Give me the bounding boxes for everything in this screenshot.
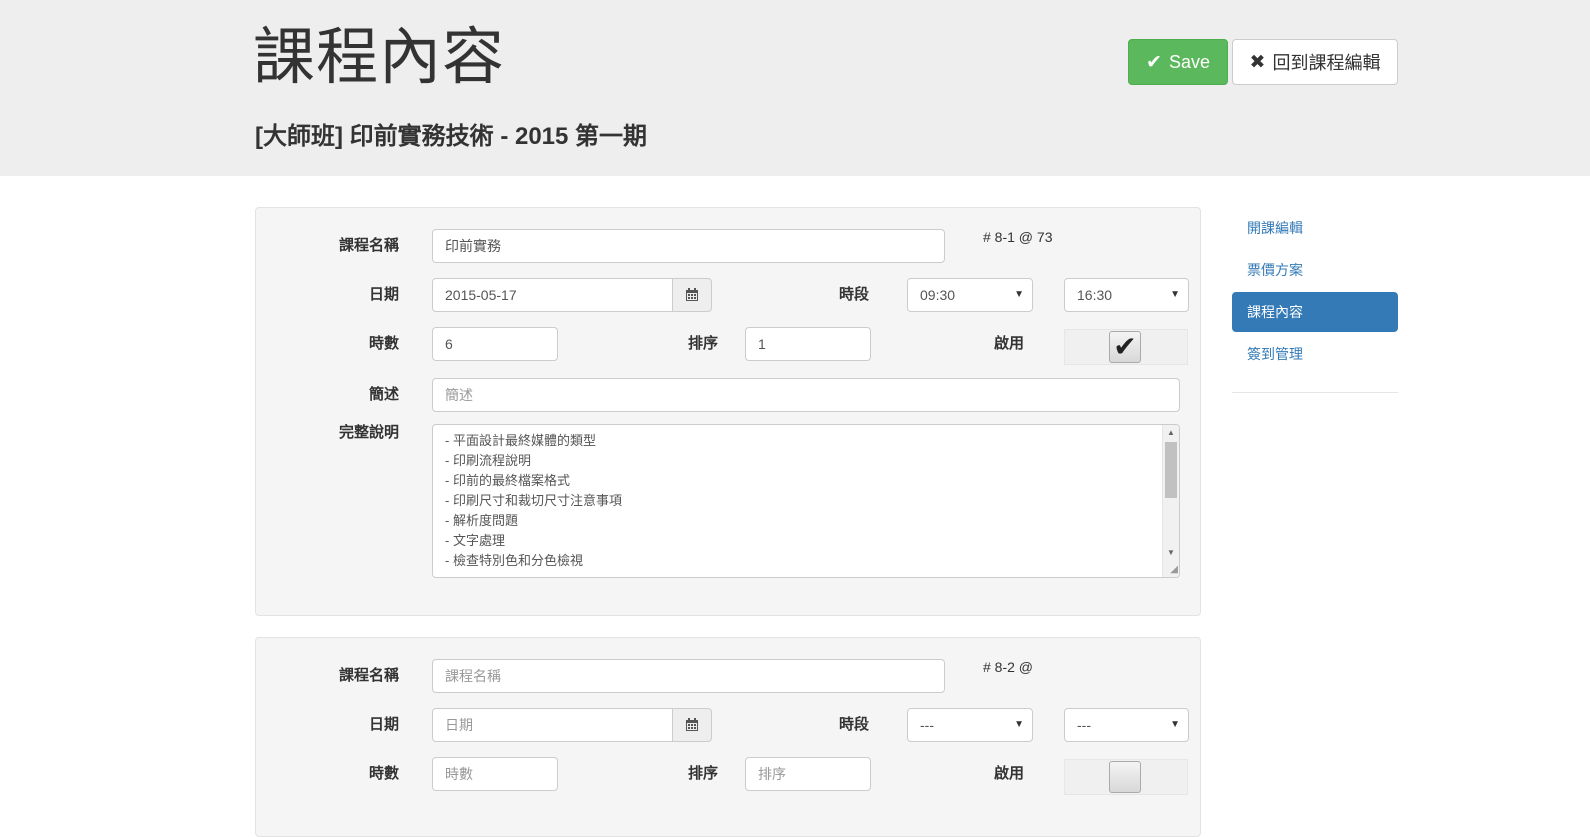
- session-meta: # 8-2 @: [983, 659, 1034, 675]
- scroll-down-icon[interactable]: ▼: [1163, 545, 1179, 561]
- course-name-label: 課程名稱: [338, 667, 399, 684]
- enabled-checkbox[interactable]: ✔: [1109, 331, 1141, 363]
- session-meta: # 8-1 @ 73: [983, 229, 1053, 245]
- end-time-value: ---: [1077, 717, 1091, 733]
- caret-down-icon: ▼: [1170, 289, 1180, 300]
- date-label: 日期: [368, 286, 399, 303]
- page-subtitle: [大師班] 印前實務技術 - 2015 第一期: [255, 123, 648, 150]
- nav-divider: [1232, 392, 1398, 393]
- enabled-toggle-area: [1064, 759, 1188, 795]
- description-label: 完整說明: [338, 424, 399, 441]
- end-time-value: 16:30: [1077, 287, 1113, 303]
- checkmark-icon: ✔: [1113, 331, 1137, 362]
- hours-label: 時數: [368, 335, 399, 352]
- caret-down-icon: ▼: [1014, 719, 1024, 730]
- page-header: 課程內容 [大師班] 印前實務技術 - 2015 第一期 ✔ Save ✖ 回到…: [0, 0, 1590, 176]
- course-name-input[interactable]: 印前實務: [432, 229, 945, 263]
- caret-down-icon: ▼: [1170, 719, 1180, 730]
- course-name-label: 課程名稱: [338, 237, 399, 254]
- start-time-select[interactable]: --- ▼: [907, 708, 1033, 742]
- enabled-label: 啟用: [993, 335, 1024, 352]
- nav-item-course-edit[interactable]: 開課編輯: [1232, 208, 1398, 248]
- resize-handle-icon[interactable]: ◢: [1166, 564, 1178, 576]
- close-icon: ✖: [1249, 51, 1266, 73]
- date-input[interactable]: 日期: [432, 708, 673, 742]
- nav-item-check-in[interactable]: 簽到管理: [1232, 334, 1398, 374]
- description-lines: - 平面設計最終媒體的類型 - 印刷流程說明 - 印前的最終檔案格式 - 印刷尺…: [445, 431, 1159, 571]
- description-textarea[interactable]: - 平面設計最終媒體的類型 - 印刷流程說明 - 印前的最終檔案格式 - 印刷尺…: [432, 424, 1180, 578]
- session-panel: 課程名稱 印前實務 # 8-1 @ 73 日期 2015-05-17 時段 09…: [255, 207, 1201, 616]
- description-line: - 印刷流程說明: [445, 453, 531, 468]
- hours-input[interactable]: 時數: [432, 757, 558, 791]
- end-time-select[interactable]: 16:30 ▼: [1064, 278, 1189, 312]
- period-label: 時段: [838, 286, 869, 303]
- hours-input[interactable]: 6: [432, 327, 558, 361]
- calendar-button[interactable]: [672, 278, 712, 312]
- enabled-checkbox[interactable]: [1109, 761, 1141, 793]
- period-label: 時段: [838, 716, 869, 733]
- save-button-label: Save: [1168, 51, 1210, 72]
- start-time-value: 09:30: [920, 287, 956, 303]
- enabled-label: 啟用: [993, 765, 1024, 782]
- order-label: 排序: [687, 765, 718, 782]
- end-time-select[interactable]: --- ▼: [1064, 708, 1189, 742]
- calendar-button[interactable]: [672, 708, 712, 742]
- caret-down-icon: ▼: [1014, 289, 1024, 300]
- course-name-input[interactable]: 課程名稱: [432, 659, 945, 693]
- summary-label: 簡述: [368, 386, 399, 403]
- calendar-icon: [686, 288, 698, 301]
- order-input[interactable]: 1: [745, 327, 871, 361]
- description-line: - 印刷尺寸和裁切尺寸注意事項: [445, 493, 622, 508]
- order-label: 排序: [687, 335, 718, 352]
- summary-input[interactable]: 簡述: [432, 378, 1180, 412]
- date-label: 日期: [368, 716, 399, 733]
- start-time-value: ---: [920, 717, 934, 733]
- description-line: - 印前的最終檔案格式: [445, 473, 570, 488]
- session-panel: 課程名稱 課程名稱 # 8-2 @ 日期 日期 時段 --- ▼ --- ▼ 時…: [255, 637, 1201, 837]
- check-icon: ✔: [1146, 51, 1162, 73]
- date-input[interactable]: 2015-05-17: [432, 278, 673, 312]
- scrollbar-thumb[interactable]: [1165, 442, 1177, 498]
- side-nav: 開課編輯 票價方案 課程內容 簽到管理: [1232, 208, 1398, 376]
- nav-item-course-content[interactable]: 課程內容: [1232, 292, 1398, 332]
- description-line: - 文字處理: [445, 533, 505, 548]
- back-to-course-edit-button[interactable]: ✖ 回到課程編輯: [1232, 39, 1398, 85]
- hours-label: 時數: [368, 765, 399, 782]
- textarea-scrollbar[interactable]: ▲ ▼: [1162, 425, 1179, 577]
- page-title: 課程內容: [253, 20, 506, 93]
- calendar-icon: [686, 718, 698, 731]
- enabled-toggle-area: ✔: [1064, 329, 1188, 365]
- description-line: - 檢查特別色和分色檢視: [445, 553, 583, 568]
- save-button[interactable]: ✔ Save: [1128, 39, 1228, 85]
- start-time-select[interactable]: 09:30 ▼: [907, 278, 1033, 312]
- description-line: - 平面設計最終媒體的類型: [445, 433, 596, 448]
- nav-item-ticket-plans[interactable]: 票價方案: [1232, 250, 1398, 290]
- description-line: - 解析度問題: [445, 513, 518, 528]
- scroll-up-icon[interactable]: ▲: [1163, 425, 1179, 441]
- order-input[interactable]: 排序: [745, 757, 871, 791]
- back-button-label: 回到課程編輯: [1272, 53, 1381, 73]
